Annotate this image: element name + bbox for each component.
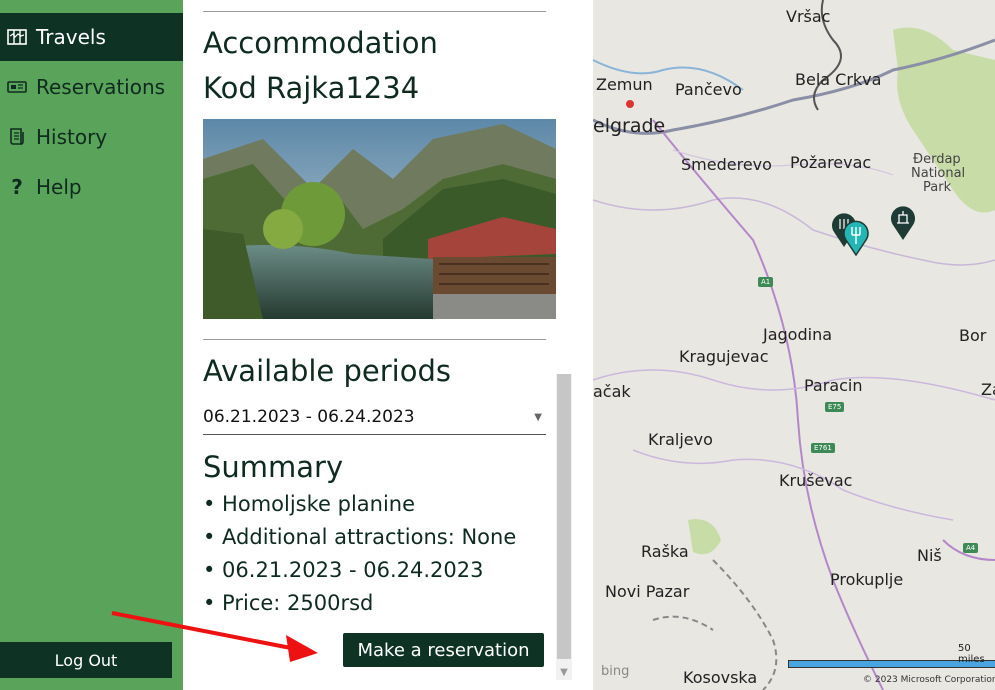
sidebar-item-reservations[interactable]: Reservations	[0, 63, 183, 111]
map-label: Park	[923, 180, 952, 195]
sidebar-item-label: Reservations	[36, 75, 166, 99]
road-badge: A1	[758, 277, 774, 287]
accommodation-name: Kod Rajka1234	[203, 71, 420, 105]
map-label: Jagodina	[763, 325, 833, 344]
logout-button[interactable]: Log Out	[0, 642, 172, 678]
map-icon	[6, 28, 28, 46]
map-label: Zemun	[596, 75, 653, 94]
map-label: Đerdap	[913, 152, 961, 167]
map-label: Kragujevac	[679, 347, 769, 366]
map-label: Za	[981, 380, 995, 399]
map-label: Raška	[641, 542, 689, 561]
road-badge: E761	[811, 443, 835, 453]
divider	[203, 339, 546, 340]
map-label: Kruševac	[779, 471, 853, 490]
map-label: Pančevo	[675, 80, 742, 99]
map-label: Kosovska	[683, 668, 758, 687]
scroll-down-arrow-icon[interactable]: ▼	[556, 664, 572, 680]
sidebar-item-history[interactable]: History	[0, 113, 183, 161]
map-pin-restaurant[interactable]	[843, 220, 869, 260]
map-label: Novi Pazar	[605, 582, 690, 601]
map-attribution: © 2023 Microsoft Corporation	[863, 675, 995, 685]
summary-item: • Price: 2500rsd	[203, 591, 374, 615]
map-pin-attraction[interactable]	[890, 205, 916, 245]
map-label: Bor	[959, 326, 987, 345]
scroll-icon	[6, 127, 28, 147]
map-label: Bela Crkva	[795, 70, 882, 89]
periods-title: Available periods	[203, 354, 451, 388]
section-title: Accommodation	[203, 26, 438, 60]
sidebar-item-label: Help	[36, 175, 82, 199]
chevron-down-icon: ▼	[534, 411, 542, 423]
map[interactable]: Vršac Zemun Pančevo Bela Crkva elgrade S…	[593, 0, 995, 690]
period-select[interactable]: 06.21.2023 - 06.24.2023 ▼	[203, 400, 546, 435]
map-label: ačak	[593, 382, 631, 401]
summary-item: • Additional attractions: None	[203, 525, 517, 549]
question-icon: ?	[11, 175, 23, 199]
selected-period: 06.21.2023 - 06.24.2023	[203, 407, 415, 427]
summary-item: • Homoljske planine	[203, 492, 416, 516]
map-label: Požarevac	[790, 153, 872, 172]
road-badge: A4	[963, 543, 979, 553]
sidebar-item-travels[interactable]: Travels	[0, 13, 183, 61]
road-badge: E75	[825, 402, 845, 412]
accommodation-photo	[203, 119, 556, 319]
map-label: Niš	[917, 546, 942, 565]
map-label: Smederevo	[681, 155, 772, 174]
map-label: Prokuplje	[830, 570, 904, 589]
make-reservation-button[interactable]: Make a reservation	[343, 633, 544, 667]
summary-item: • 06.21.2023 - 06.24.2023	[203, 558, 484, 582]
scale-label: 50 miles	[958, 643, 985, 665]
summary-title: Summary	[203, 450, 344, 484]
scrollbar[interactable]: ▼	[556, 374, 572, 680]
sidebar-item-help[interactable]: ? Help	[0, 163, 183, 211]
map-label: Vršac	[786, 7, 831, 26]
sidebar-item-label: History	[36, 125, 108, 149]
ticket-icon	[6, 80, 28, 94]
sidebar: Travels Reservations History ? Help Log …	[0, 0, 183, 690]
accommodation-panel: Accommodation Kod Rajka1234 Available pe…	[183, 0, 593, 690]
map-label: Kraljevo	[648, 430, 713, 449]
divider	[203, 11, 546, 12]
bing-logo: bing	[601, 664, 630, 679]
sidebar-item-label: Travels	[36, 25, 106, 49]
map-label: elgrade	[593, 115, 666, 137]
map-label: National	[911, 166, 966, 181]
map-label: Paracin	[804, 376, 863, 395]
scrollbar-thumb[interactable]	[557, 374, 571, 659]
